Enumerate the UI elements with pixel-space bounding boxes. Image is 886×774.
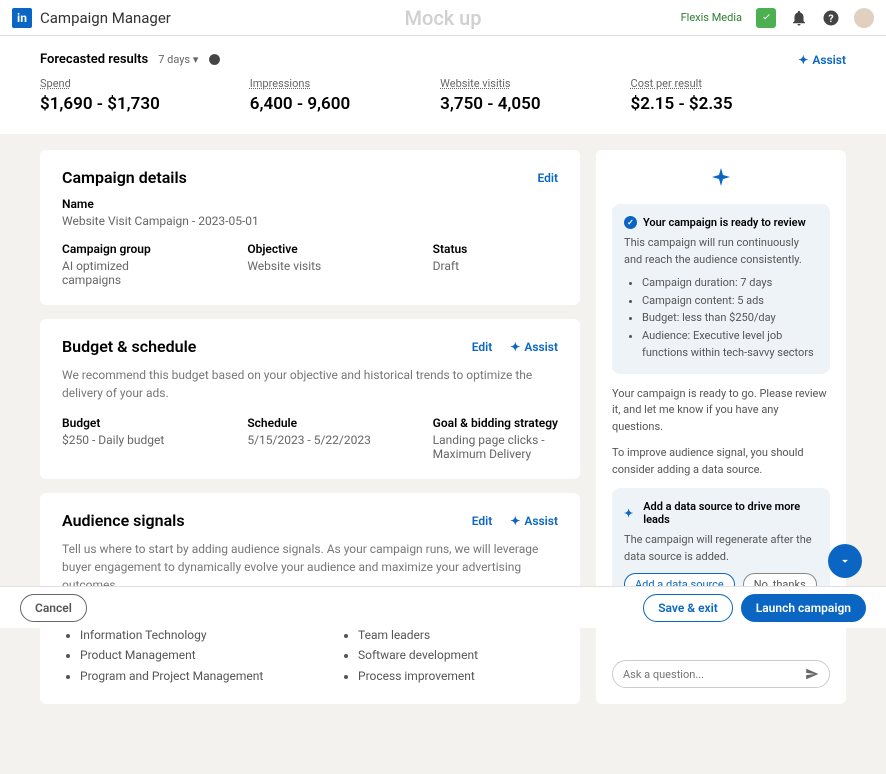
footer-bar: Cancel Save & exit Launch campaign — [0, 586, 886, 628]
bell-icon[interactable] — [790, 9, 808, 27]
list-item: Software development — [358, 645, 558, 665]
mockup-watermark: Mock up — [404, 6, 481, 30]
list-item: Product Management — [80, 645, 280, 665]
metric-spend: Spend$1,690 - $1,730 — [40, 77, 160, 114]
ask-input-container — [612, 660, 830, 688]
check-icon: ✓ — [624, 216, 637, 229]
name-value: Website Visit Campaign - 2023-05-01 — [62, 214, 558, 228]
edit-budget-button[interactable]: Edit — [472, 340, 493, 354]
assist-budget-button[interactable]: ✦ Assist — [510, 340, 558, 354]
edit-audience-button[interactable]: Edit — [472, 514, 493, 528]
cancel-button[interactable]: Cancel — [20, 594, 87, 622]
edit-details-button[interactable]: Edit — [537, 171, 558, 185]
send-icon[interactable] — [805, 667, 819, 681]
top-bar: in Campaign Manager Mock up Flexis Media… — [0, 0, 886, 36]
save-exit-button[interactable]: Save & exit — [643, 594, 733, 622]
help-icon[interactable]: ? — [822, 9, 840, 27]
metric-cpr: Cost per result$2.15 - $2.35 — [631, 77, 733, 114]
assist-button[interactable]: ✦ Assist — [798, 53, 846, 67]
list-item: Team leaders — [358, 625, 558, 645]
details-title: Campaign details — [62, 168, 187, 187]
info-icon[interactable] — [208, 53, 221, 66]
linkedin-logo: in — [12, 8, 32, 28]
list-item: Information Technology — [80, 625, 280, 645]
forecast-title: Forecasted results — [40, 52, 148, 67]
forecast-panel: Forecasted results 7 days ▾ ✦ Assist Spe… — [0, 36, 886, 134]
avatar[interactable] — [854, 8, 874, 28]
svg-text:?: ? — [828, 11, 833, 24]
list-item: Process improvement — [358, 666, 558, 686]
forecast-range[interactable]: 7 days ▾ — [158, 53, 198, 66]
sparkle-icon — [709, 166, 733, 190]
app-title: Campaign Manager — [40, 9, 171, 27]
chat-text: Your campaign is ready to go. Please rev… — [612, 386, 830, 436]
metric-impressions: Impressions6,400 - 9,600 — [250, 77, 350, 114]
name-label: Name — [62, 197, 558, 211]
audience-title: Audience signals — [62, 511, 185, 530]
account-badge-icon[interactable] — [756, 8, 776, 28]
budget-card: Budget & schedule Edit ✦ Assist We recom… — [40, 319, 580, 479]
launch-campaign-button[interactable]: Launch campaign — [741, 594, 866, 622]
job-functions-list: Information Technology Product Managemen… — [62, 625, 280, 686]
campaign-details-card: Campaign details Edit Name Website Visit… — [40, 150, 580, 305]
list-item: Program and Project Management — [80, 666, 280, 686]
budget-title: Budget & schedule — [62, 337, 196, 356]
metric-visits: Website visitis3,750 - 4,050 — [440, 77, 540, 114]
ready-message: ✓Your campaign is ready to review This c… — [612, 204, 830, 374]
ask-input[interactable] — [623, 668, 805, 681]
chat-text: To improve audience signal, you should c… — [612, 445, 830, 478]
account-name[interactable]: Flexis Media — [681, 11, 742, 24]
lightbulb-icon: ✦ — [624, 507, 633, 520]
budget-desc: We recommend this budget based on your o… — [62, 366, 558, 402]
interests-list: Team leaders Software development Proces… — [340, 625, 558, 686]
chat-fab[interactable] — [828, 544, 862, 578]
assist-audience-button[interactable]: ✦ Assist — [510, 514, 558, 528]
